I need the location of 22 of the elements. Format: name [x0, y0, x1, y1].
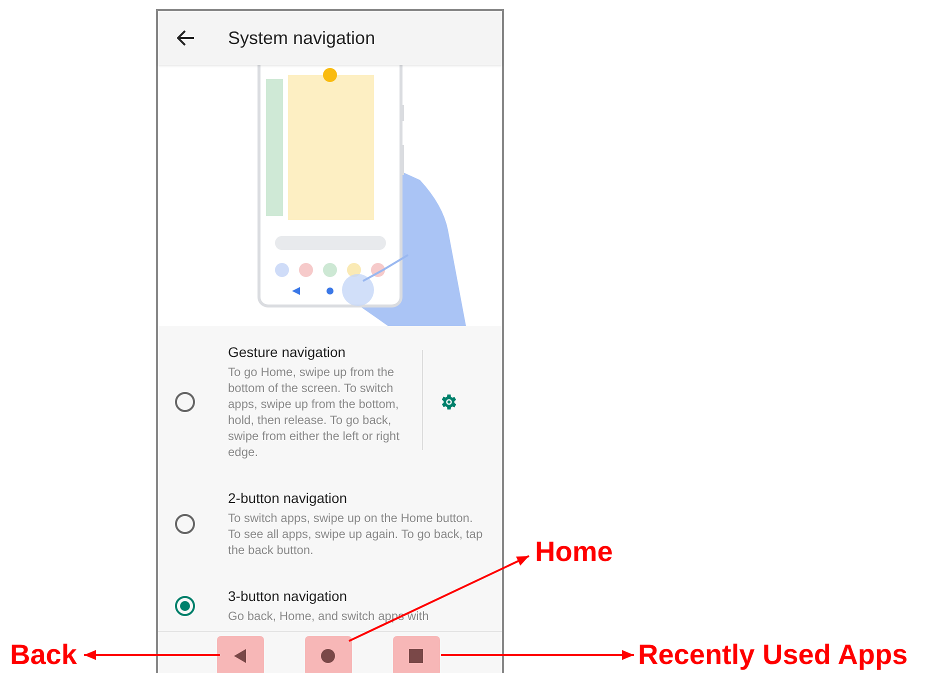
- triangle-icon: [233, 648, 247, 664]
- navigation-option[interactable]: 2-button navigation To switch apps, swipe up on the Home button. To see all apps, swipe up again. To go back, tap the back button.: [158, 490, 502, 558]
- option-description: To go Home, swipe up from the bottom of the screen. To switch apps, swipe up from the bottom, hold, then release. To go back, swipe from either the left or right edge.: [228, 364, 400, 460]
- home-button[interactable]: [304, 636, 352, 673]
- settings-icon[interactable]: [439, 392, 459, 412]
- screen-title: System navigation: [228, 28, 376, 48]
- annotation-label: Home: [535, 535, 613, 569]
- back-arrow-icon[interactable]: [177, 30, 195, 46]
- radio-button[interactable]: [175, 514, 195, 534]
- option-title: 2-button navigation: [228, 490, 348, 506]
- recents-button[interactable]: [392, 636, 440, 673]
- navigation-option[interactable]: Gesture navigation To go Home, swipe up from the bottom of the screen. To switch apps, swipe up from the bottom, hold, then release. To go back, swipe from either the left or right edge.: [158, 344, 502, 460]
- option-title: Gesture navigation: [228, 344, 347, 360]
- radio-button[interactable]: [175, 392, 195, 412]
- annotation-label: Back: [10, 638, 77, 672]
- option-description: To switch apps, swipe up on the Home button. To see all apps, swipe up again. To go back, tap the back button.: [228, 510, 484, 558]
- annotation-label: Recently Used Apps: [638, 638, 908, 672]
- back-button[interactable]: [216, 636, 264, 673]
- option-title: 3-button navigation: [228, 588, 348, 604]
- circle-icon: [321, 649, 335, 663]
- square-icon: [409, 649, 423, 663]
- radio-button[interactable]: [175, 596, 195, 616]
